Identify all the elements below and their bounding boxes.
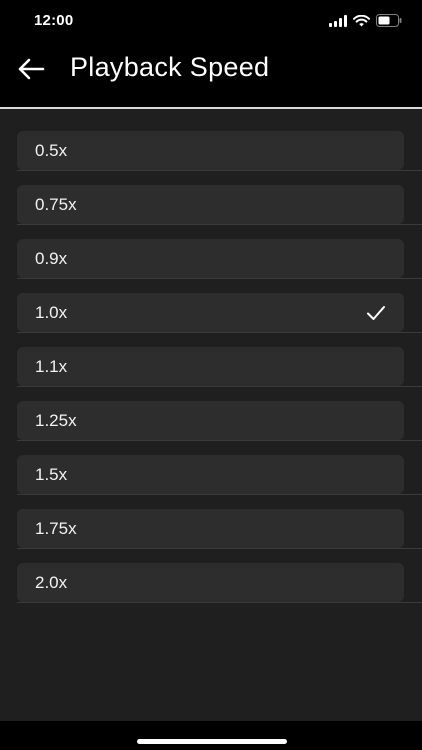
speed-option-label: 1.75x — [35, 519, 77, 538]
home-indicator-area — [0, 721, 422, 750]
app-header: Playback Speed — [0, 44, 422, 108]
row-divider — [17, 278, 422, 279]
speed-option-row: 1.1x — [17, 347, 422, 401]
speed-option-row: 2.0x — [17, 563, 422, 617]
checkmark-icon — [367, 306, 385, 320]
speed-list-panel: 0.5x 0.75x 0.9x 1.0x 1.1x 1.25x 1.5x 1.75x 2.0x — [0, 109, 422, 721]
speed-option-row: 1.5x — [17, 455, 422, 509]
speed-option-label: 1.25x — [35, 411, 77, 430]
row-divider — [17, 224, 422, 225]
wifi-icon — [353, 14, 370, 26]
speed-option-label: 0.5x — [35, 141, 68, 160]
speed-option-label: 2.0x — [35, 573, 68, 592]
speed-option-label: 1.1x — [35, 357, 68, 376]
row-divider — [17, 170, 422, 171]
speed-option-row: 1.0x — [17, 293, 422, 347]
back-button[interactable] — [14, 52, 48, 86]
speed-options-list: 0.5x 0.75x 0.9x 1.0x 1.1x 1.25x 1.5x 1.75x 2.0x — [17, 131, 422, 617]
speed-option-row: 1.25x — [17, 401, 422, 455]
status-icons — [329, 14, 402, 27]
page-title: Playback Speed — [70, 52, 270, 82]
speed-option-label: 0.9x — [35, 249, 68, 268]
speed-option-0-9x[interactable]: 0.9x — [17, 239, 404, 278]
speed-option-label: 1.0x — [35, 303, 68, 322]
speed-option-2-0x[interactable]: 2.0x — [17, 563, 404, 602]
speed-option-0-5x[interactable]: 0.5x — [17, 131, 404, 170]
row-divider — [17, 548, 422, 549]
speed-option-1-25x[interactable]: 1.25x — [17, 401, 404, 440]
speed-option-0-75x[interactable]: 0.75x — [17, 185, 404, 224]
speed-option-row: 1.75x — [17, 509, 422, 563]
row-divider — [17, 332, 422, 333]
speed-option-row: 0.9x — [17, 239, 422, 293]
status-bar: 12:00 — [0, 0, 422, 44]
speed-option-label: 1.5x — [35, 465, 68, 484]
signal-icon — [329, 14, 347, 27]
speed-option-label: 0.75x — [35, 195, 77, 214]
speed-option-1-1x[interactable]: 1.1x — [17, 347, 404, 386]
row-divider — [17, 386, 422, 387]
home-indicator[interactable] — [137, 739, 287, 744]
arrow-left-icon — [18, 58, 45, 80]
speed-option-row: 0.75x — [17, 185, 422, 239]
battery-icon — [376, 14, 402, 27]
row-divider — [17, 494, 422, 495]
row-divider — [17, 602, 422, 603]
status-time: 12:00 — [34, 12, 74, 29]
row-divider — [17, 440, 422, 441]
speed-option-row: 0.5x — [17, 131, 422, 185]
speed-option-1-0x[interactable]: 1.0x — [17, 293, 404, 332]
speed-option-1-5x[interactable]: 1.5x — [17, 455, 404, 494]
speed-option-1-75x[interactable]: 1.75x — [17, 509, 404, 548]
